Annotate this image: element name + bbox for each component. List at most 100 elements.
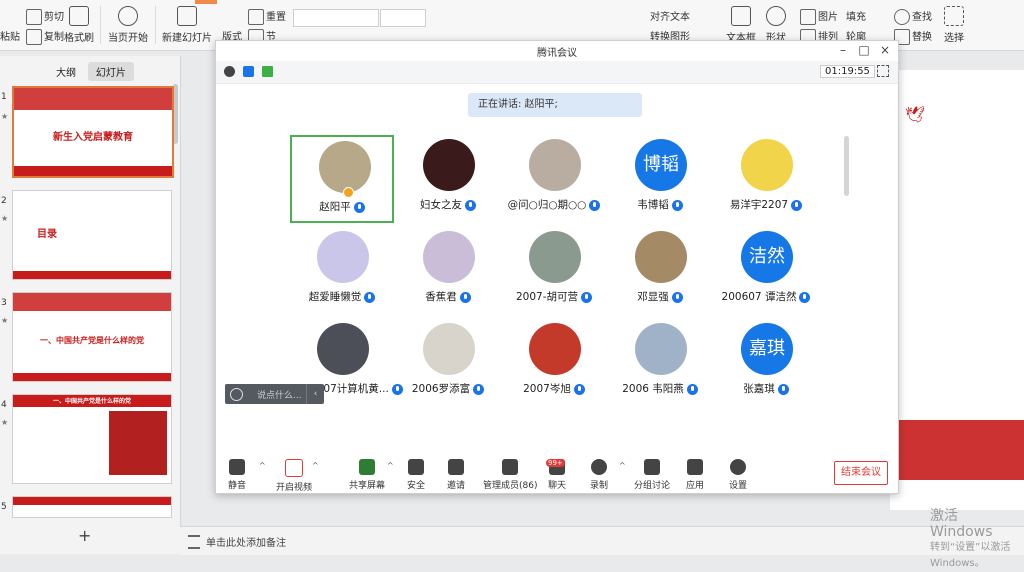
- play-icon: [118, 6, 138, 26]
- invite-button[interactable]: 邀请: [447, 459, 465, 491]
- slide-thumb-1[interactable]: 新生入党启蒙教育: [12, 86, 174, 178]
- participant-tile[interactable]: 2007岑旭: [502, 319, 606, 407]
- video-button[interactable]: 开启视频: [276, 459, 312, 493]
- participant-tile[interactable]: 2007-胡可营: [502, 227, 606, 315]
- add-slide-button[interactable]: +: [78, 526, 91, 545]
- share-options-chevron-icon[interactable]: ^: [387, 461, 394, 470]
- record-button[interactable]: 录制: [590, 459, 608, 491]
- info-icon[interactable]: [224, 66, 235, 77]
- apps-grid-icon: [687, 459, 703, 475]
- search-icon: [894, 9, 910, 25]
- participant-name: 2006罗添富: [411, 383, 471, 395]
- replace-button[interactable]: 替换: [894, 28, 932, 45]
- shape-button[interactable]: 形状: [766, 6, 786, 44]
- copy-button[interactable]: 复制: [26, 28, 64, 45]
- align-text-button[interactable]: 对齐文本: [650, 8, 690, 23]
- paste-button[interactable]: 粘贴: [0, 28, 20, 43]
- participant-tile[interactable]: @问○归○期○○: [502, 135, 606, 223]
- video-options-chevron-icon[interactable]: ^: [312, 461, 319, 470]
- slide-photo: [109, 411, 167, 475]
- participant-tile[interactable]: 赵阳平: [290, 135, 394, 223]
- settings-button[interactable]: 设置: [729, 459, 747, 491]
- record-options-chevron-icon[interactable]: ^: [619, 461, 626, 470]
- participant-tile[interactable]: 超爱睡懒觉: [290, 227, 394, 315]
- slide-thumb-5[interactable]: [12, 496, 172, 518]
- participant-tile[interactable]: 邓显强: [608, 227, 712, 315]
- picture-button[interactable]: 图片: [800, 8, 838, 25]
- participant-tile[interactable]: 妇女之友: [396, 135, 500, 223]
- microphone-icon: [459, 291, 471, 303]
- share-screen-button[interactable]: 共享屏幕: [349, 459, 385, 491]
- emoji-icon[interactable]: [230, 388, 243, 401]
- tab-slides[interactable]: 幻灯片: [87, 62, 134, 81]
- minimize-button[interactable]: –: [835, 43, 851, 57]
- fullscreen-icon[interactable]: [877, 65, 889, 77]
- notes-bar[interactable]: 单击此处添加备注: [180, 526, 1024, 555]
- slide-thumb-3[interactable]: 一、中国共产党是什么样的党: [12, 292, 172, 382]
- meeting-window: 腾讯会议 – □ × 01:19:55 正在讲话: 赵阳平; 赵阳平 妇女之友 @问…: [215, 40, 899, 494]
- participant-name: 妇女之友: [420, 199, 462, 211]
- slide-number: 4: [1, 400, 7, 410]
- end-meeting-button[interactable]: 结束会议: [834, 461, 888, 485]
- participant-avatar: [741, 139, 793, 191]
- font-name-select[interactable]: [293, 9, 379, 27]
- participant-avatar: 博韬: [635, 139, 687, 191]
- slide-number: 2: [1, 196, 7, 206]
- security-button[interactable]: 安全: [407, 459, 425, 491]
- format-painter-button[interactable]: 格式刷: [64, 6, 94, 44]
- new-slide-button[interactable]: 新建幻灯片: [162, 6, 212, 44]
- shape-icon: [766, 6, 786, 26]
- reset-button[interactable]: 重置: [248, 8, 286, 25]
- breakout-rooms-button[interactable]: 分组讨论: [634, 459, 670, 491]
- participant-name: 邓显强: [637, 291, 669, 303]
- apps-button[interactable]: 应用: [686, 459, 704, 491]
- dove-decoration: 🕊: [905, 105, 926, 124]
- microphone-icon: [799, 291, 811, 303]
- participant-name-row: 妇女之友: [396, 197, 500, 212]
- participant-tile[interactable]: 香蕉君: [396, 227, 500, 315]
- collapse-chat-button[interactable]: ‹: [306, 384, 324, 404]
- picture-icon: [800, 9, 816, 25]
- participant-tile[interactable]: 嘉琪 张嘉琪: [714, 319, 818, 407]
- meeting-titlebar[interactable]: 腾讯会议 – □ ×: [216, 41, 898, 61]
- participant-name-row: 张嘉琪: [714, 381, 818, 396]
- textbox-button[interactable]: 文本框: [726, 6, 756, 44]
- microphone-icon: [589, 199, 601, 211]
- find-button[interactable]: 查找: [894, 8, 932, 25]
- participant-avatar: [635, 231, 687, 283]
- tab-outline[interactable]: 大纲: [48, 62, 84, 81]
- participant-tile[interactable]: 2006 韦阳燕: [608, 319, 712, 407]
- participant-avatar: 洁然: [741, 231, 793, 283]
- signal-icon[interactable]: [262, 66, 273, 77]
- notes-placeholder: 单击此处添加备注: [206, 538, 286, 549]
- participant-grid: 赵阳平妇女之友 @问○归○期○○ 博韬 韦博韬易洋宇2207 超爱睡懒觉 香蕉君 2007-…: [290, 135, 830, 395]
- participant-name-row: 邓显强: [608, 289, 712, 304]
- slide-number: 5: [1, 502, 7, 512]
- maximize-button[interactable]: □: [856, 43, 872, 57]
- manage-members-button[interactable]: 管理成员(86): [483, 459, 537, 491]
- participant-tile[interactable]: 易洋宇2207: [714, 135, 818, 223]
- participant-name-row: 超爱睡懒觉: [290, 289, 394, 304]
- participant-tile[interactable]: 2006罗添富: [396, 319, 500, 407]
- microphone-icon: [465, 199, 476, 211]
- participant-avatar: [529, 139, 581, 191]
- chat-placeholder: 说点什么...: [257, 391, 302, 401]
- participant-tile[interactable]: 博韬 韦博韬: [608, 135, 712, 223]
- participant-tile[interactable]: 洁然 200607 谭洁然: [714, 227, 818, 315]
- cut-button[interactable]: 剪切: [26, 8, 64, 25]
- participant-avatar: [423, 323, 475, 375]
- grid-scrollbar[interactable]: [844, 136, 849, 196]
- close-button[interactable]: ×: [877, 43, 893, 57]
- shield-icon[interactable]: [243, 66, 254, 77]
- mute-options-chevron-icon[interactable]: ^: [259, 461, 266, 470]
- microphone-icon: [573, 383, 585, 395]
- play-current-button[interactable]: 当页开始: [108, 6, 148, 44]
- slide-thumb-4[interactable]: 一、中国共产党是什么样的党: [12, 394, 172, 484]
- participant-name: 易洋宇2207: [729, 199, 789, 211]
- fill-button[interactable]: 填充: [846, 8, 866, 23]
- chat-input-bar[interactable]: 说点什么... ‹: [225, 384, 324, 404]
- select-button[interactable]: 选择: [944, 6, 964, 44]
- slide-thumb-2[interactable]: 目录: [12, 190, 172, 280]
- mute-button[interactable]: 静音: [228, 459, 246, 491]
- font-size-select[interactable]: [380, 9, 426, 27]
